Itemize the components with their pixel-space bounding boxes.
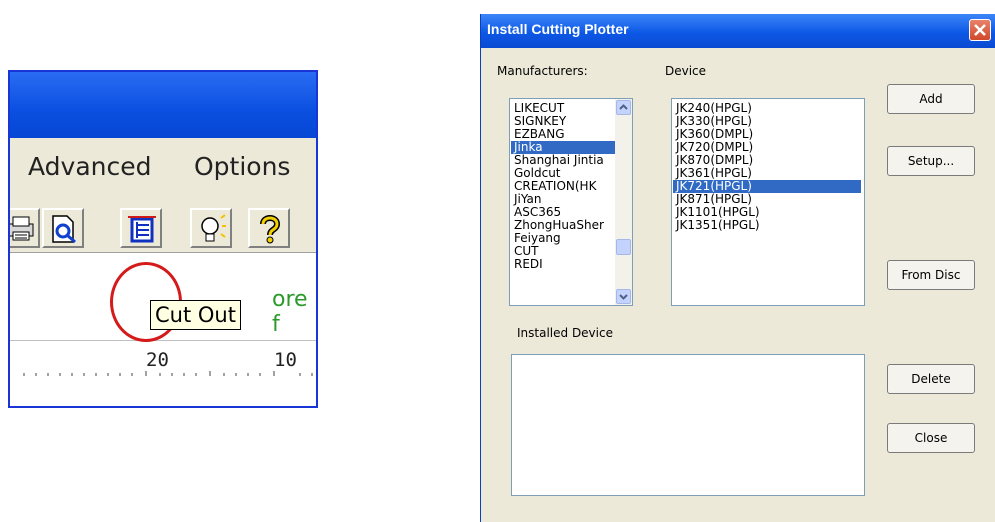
from-disc-button[interactable]: From Disc <box>887 260 975 290</box>
cut-out-icon <box>128 216 156 243</box>
manufacturer-list-item[interactable]: REDI <box>511 258 615 271</box>
scroll-thumb[interactable] <box>616 239 631 255</box>
app-title-bar <box>10 72 316 138</box>
ruler: 20 10 <box>10 340 316 406</box>
ruler-label: 10 <box>274 349 297 371</box>
setup-button[interactable]: Setup... <box>887 146 975 176</box>
dialog-title: Install Cutting Plotter <box>487 21 629 37</box>
manufacturers-label: Manufacturers: <box>497 64 588 78</box>
ruler-label: 20 <box>146 349 169 371</box>
manufacturers-scrollbar[interactable] <box>615 99 632 305</box>
lightbulb-icon <box>201 214 226 242</box>
add-button[interactable]: Add <box>887 84 975 114</box>
close-icon <box>974 24 986 36</box>
install-cutting-plotter-dialog: Install Cutting Plotter Manufacturers: D… <box>480 14 995 522</box>
chevron-up-icon <box>619 104 628 110</box>
help-icon <box>260 215 281 244</box>
manufacturers-listbox[interactable]: LIKECUT SIGNKEY EZBANG Jinka Shanghai Jintia… <box>509 98 633 306</box>
print-preview-icon <box>52 215 76 244</box>
delete-button[interactable]: Delete <box>887 364 975 394</box>
app-menu-bar: Advanced Options <box>10 138 316 201</box>
device-items: JK240(HPGL) JK330(HPGL) JK360(DMPL) JK720(D… <box>673 102 861 232</box>
device-label: Device <box>665 64 707 78</box>
ruler-ticks <box>23 371 313 376</box>
cut-out-tooltip: Cut Out <box>150 300 241 330</box>
scroll-up-button[interactable] <box>616 100 631 115</box>
installed-device-listbox[interactable] <box>511 354 865 496</box>
content-text: ore f <box>272 287 308 337</box>
close-button[interactable]: Close <box>887 423 975 453</box>
app-toolbar <box>10 200 316 252</box>
chevron-down-icon <box>619 294 628 300</box>
menu-options[interactable]: Options <box>194 152 290 181</box>
scroll-down-button[interactable] <box>616 289 631 304</box>
manufacturers-items: LIKECUT SIGNKEY EZBANG Jinka Shanghai Jintia… <box>511 102 615 271</box>
device-listbox[interactable]: JK240(HPGL) JK330(HPGL) JK360(DMPL) JK720(D… <box>671 98 865 306</box>
dialog-title-bar: Install Cutting Plotter <box>481 14 995 48</box>
zoomed-app-panel: Advanced Options ore f 20 10 Cut Out <box>8 70 318 408</box>
print-button[interactable] <box>10 208 40 248</box>
print-preview-button[interactable] <box>42 208 84 248</box>
cut-out-button[interactable] <box>120 208 162 248</box>
print-icon <box>10 216 34 241</box>
device-list-item[interactable]: JK1351(HPGL) <box>673 219 861 232</box>
installed-device-label: Installed Device <box>517 326 613 340</box>
close-window-button[interactable] <box>969 19 991 41</box>
help-button[interactable] <box>248 208 290 248</box>
menu-advanced[interactable]: Advanced <box>28 152 152 181</box>
tips-button[interactable] <box>190 208 232 248</box>
